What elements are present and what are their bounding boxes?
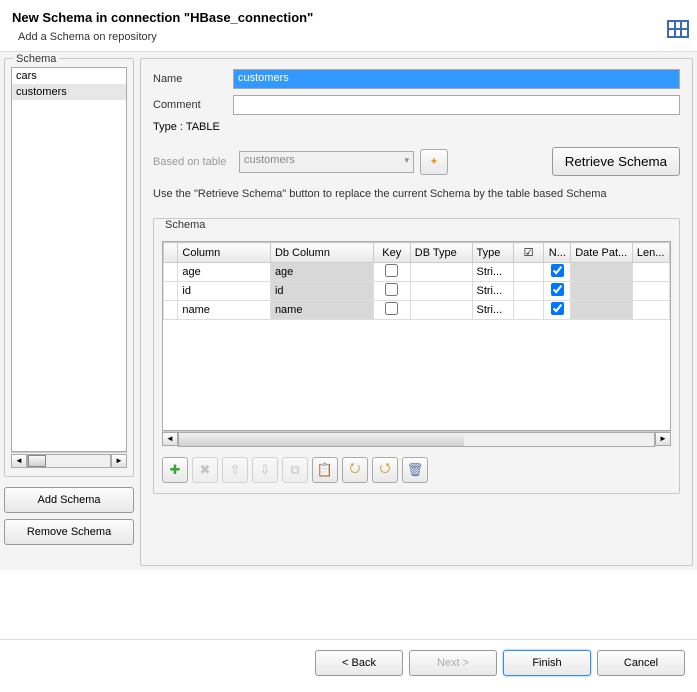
- retrieve-hint: Use the "Retrieve Schema" button to repl…: [153, 188, 680, 200]
- back-button[interactable]: < Back: [315, 650, 403, 676]
- cell-nullable[interactable]: [544, 263, 571, 282]
- type-label: Type : TABLE: [153, 121, 220, 133]
- schema-list-group: Schema cars customers ◄ ►: [4, 58, 134, 477]
- cell-dbtype[interactable]: [410, 263, 472, 282]
- based-on-label: Based on table: [153, 156, 233, 168]
- col-dbcolumn[interactable]: Db Column: [270, 243, 373, 263]
- cell-column[interactable]: age: [178, 263, 271, 282]
- schema-grid-icon: [667, 20, 689, 38]
- schema-list-label: Schema: [13, 53, 59, 65]
- col-length[interactable]: Len...: [632, 243, 669, 263]
- cell-dbcolumn[interactable]: name: [270, 301, 373, 320]
- cell-datepattern[interactable]: [571, 301, 633, 320]
- wand-icon: ✦: [429, 155, 438, 168]
- cell-datepattern[interactable]: [571, 282, 633, 301]
- remove-schema-button[interactable]: Remove Schema: [4, 519, 134, 545]
- col-dbtype[interactable]: DB Type: [410, 243, 472, 263]
- cell-key[interactable]: [373, 282, 410, 301]
- schema-table-group: Schema Column Db Column Key DB Type Type…: [153, 218, 680, 494]
- cell-nullable[interactable]: [544, 301, 571, 320]
- schema-table-label: Schema: [162, 219, 208, 231]
- cell-nullable[interactable]: [544, 282, 571, 301]
- cell-check[interactable]: [513, 301, 544, 320]
- scroll-right-icon[interactable]: ►: [111, 454, 127, 468]
- dialog-subtitle: Add a Schema on repository: [18, 31, 685, 43]
- cell-dbcolumn[interactable]: id: [270, 282, 373, 301]
- col-nullable[interactable]: N...: [544, 243, 571, 263]
- scroll-left-icon[interactable]: ◄: [162, 432, 178, 446]
- based-on-combo[interactable]: customers: [239, 151, 414, 173]
- cell-dbtype[interactable]: [410, 282, 472, 301]
- cell-type[interactable]: Stri...: [472, 263, 513, 282]
- cell-check[interactable]: [513, 263, 544, 282]
- schema-list[interactable]: cars customers: [11, 67, 127, 452]
- cell-type[interactable]: Stri...: [472, 282, 513, 301]
- col-column[interactable]: Column: [178, 243, 271, 263]
- name-label: Name: [153, 73, 233, 85]
- col-key[interactable]: Key: [373, 243, 410, 263]
- cell-dbcolumn[interactable]: age: [270, 263, 373, 282]
- table-hscroll[interactable]: ◄ ►: [162, 431, 671, 447]
- next-button: Next >: [409, 650, 497, 676]
- table-row[interactable]: namename Stri...: [164, 301, 670, 320]
- table-toolbar: ✚✖⇧⇩⧉📋⭮⭯🗑: [162, 457, 671, 483]
- cancel-button[interactable]: Cancel: [597, 650, 685, 676]
- table-row[interactable]: ageage Stri...: [164, 263, 670, 282]
- cell-length[interactable]: [632, 282, 669, 301]
- import-icon[interactable]: ⭮: [342, 457, 368, 483]
- dialog-title: New Schema in connection "HBase_connecti…: [12, 10, 685, 25]
- finish-button[interactable]: Finish: [503, 650, 591, 676]
- cell-type[interactable]: Stri...: [472, 301, 513, 320]
- name-input[interactable]: customers: [233, 69, 680, 89]
- up-icon: ⇧: [222, 457, 248, 483]
- col-type[interactable]: Type: [472, 243, 513, 263]
- comment-input[interactable]: [233, 95, 680, 115]
- schema-table[interactable]: Column Db Column Key DB Type Type ☑ N...…: [162, 241, 671, 431]
- add-icon[interactable]: ✚: [162, 457, 188, 483]
- schema-list-hscroll[interactable]: ◄ ►: [11, 452, 127, 468]
- col-handle[interactable]: [164, 243, 178, 263]
- cell-length[interactable]: [632, 301, 669, 320]
- cell-length[interactable]: [632, 263, 669, 282]
- trash-icon[interactable]: 🗑: [402, 457, 428, 483]
- scroll-left-icon[interactable]: ◄: [11, 454, 27, 468]
- retrieve-schema-button[interactable]: Retrieve Schema: [552, 147, 680, 176]
- copy-icon: ⧉: [282, 457, 308, 483]
- cell-datepattern[interactable]: [571, 263, 633, 282]
- comment-label: Comment: [153, 99, 233, 111]
- paste-icon[interactable]: 📋: [312, 457, 338, 483]
- cell-key[interactable]: [373, 263, 410, 282]
- cell-column[interactable]: id: [178, 282, 271, 301]
- wizard-footer: < Back Next > Finish Cancel: [0, 639, 697, 692]
- down-icon: ⇩: [252, 457, 278, 483]
- guess-schema-button[interactable]: ✦: [420, 149, 448, 175]
- delete-icon: ✖: [192, 457, 218, 483]
- table-row[interactable]: idid Stri...: [164, 282, 670, 301]
- scroll-right-icon[interactable]: ►: [655, 432, 671, 446]
- cell-dbtype[interactable]: [410, 301, 472, 320]
- add-schema-button[interactable]: Add Schema: [4, 487, 134, 513]
- export-icon[interactable]: ⭯: [372, 457, 398, 483]
- cell-check[interactable]: [513, 282, 544, 301]
- cell-column[interactable]: name: [178, 301, 271, 320]
- cell-key[interactable]: [373, 301, 410, 320]
- col-datepattern[interactable]: Date Pat...: [571, 243, 633, 263]
- dialog-header: New Schema in connection "HBase_connecti…: [0, 0, 697, 52]
- schema-item[interactable]: cars: [12, 68, 126, 84]
- col-check[interactable]: ☑: [513, 243, 544, 263]
- schema-item[interactable]: customers: [12, 84, 126, 100]
